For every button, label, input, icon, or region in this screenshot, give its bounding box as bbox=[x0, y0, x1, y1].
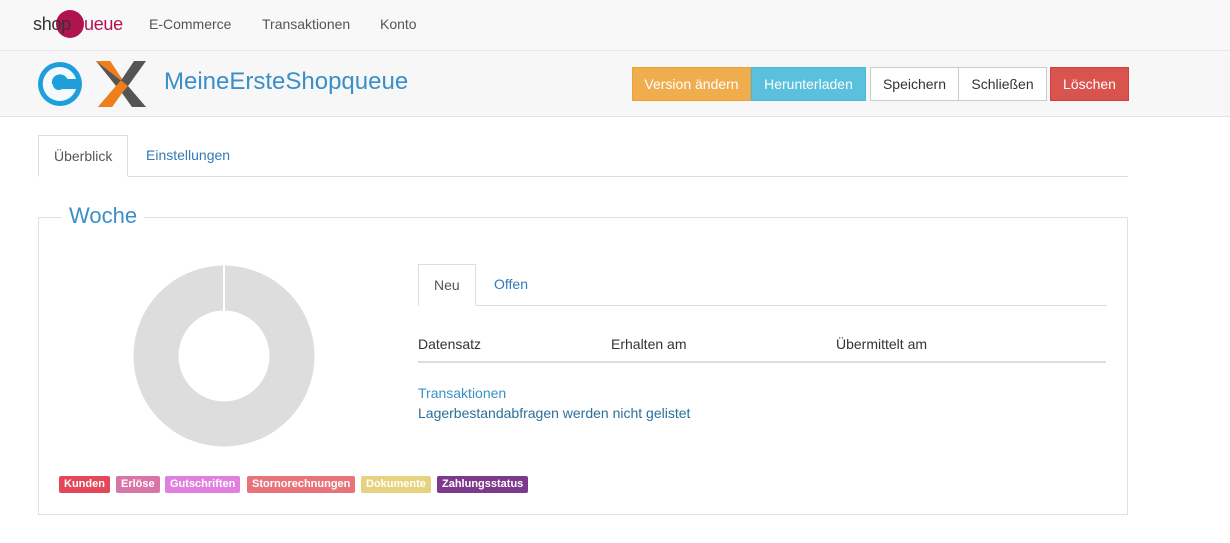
column-datensatz: Datensatz bbox=[418, 336, 482, 352]
tab-neu[interactable]: Neu bbox=[418, 264, 476, 306]
main-tabs: Überblick Einstellungen bbox=[38, 135, 1128, 177]
nav-ecommerce[interactable]: E-Commerce bbox=[149, 16, 231, 32]
page-title: MeineErsteShopqueue bbox=[164, 68, 409, 95]
column-uebermittelt-am: Übermittelt am bbox=[836, 336, 928, 352]
page-header: MeineErsteShopqueue Version ändern Herun… bbox=[0, 51, 1230, 117]
brand-text-shop: shop bbox=[33, 14, 71, 34]
download-button[interactable]: Herunterladen bbox=[751, 67, 866, 101]
tab-settings[interactable]: Einstellungen bbox=[131, 135, 245, 177]
delete-button[interactable]: Löschen bbox=[1050, 67, 1129, 101]
transactions-link[interactable]: Transaktionen bbox=[418, 385, 506, 401]
badge-gutschriften[interactable]: Gutschriften bbox=[165, 476, 241, 493]
nav-transaktionen[interactable]: Transaktionen bbox=[262, 16, 350, 32]
tab-overview[interactable]: Überblick bbox=[38, 135, 129, 177]
badge-erloese[interactable]: Erlöse bbox=[116, 476, 160, 493]
brand-text-ueue: ueue bbox=[84, 14, 123, 34]
badge-zahlungsstatus[interactable]: Zahlungsstatus bbox=[437, 476, 529, 493]
shopware-xt-logo bbox=[38, 61, 146, 107]
column-erhalten-am: Erhalten am bbox=[611, 336, 687, 352]
stock-note: Lagerbestandabfragen werden nicht gelist… bbox=[418, 405, 691, 421]
panel-legend: Woche bbox=[62, 203, 145, 229]
donut-chart bbox=[133, 265, 315, 447]
inner-tabs: Neu Offen bbox=[418, 264, 1107, 306]
nav-konto[interactable]: Konto bbox=[380, 16, 417, 32]
version-change-button[interactable]: Version ändern bbox=[632, 67, 751, 101]
badge-dokumente[interactable]: Dokumente bbox=[361, 476, 431, 493]
badge-stornorechnungen[interactable]: Stornorechnungen bbox=[247, 476, 356, 493]
top-navbar: shop ueue E-Commerce Transaktionen Konto bbox=[0, 0, 1230, 51]
tab-offen[interactable]: Offen bbox=[479, 264, 543, 306]
table-header: Datensatz Erhalten am Übermittelt am bbox=[418, 326, 1106, 363]
badge-kunden[interactable]: Kunden bbox=[59, 476, 110, 493]
save-button[interactable]: Speichern bbox=[870, 67, 959, 101]
close-button[interactable]: Schließen bbox=[958, 67, 1047, 101]
